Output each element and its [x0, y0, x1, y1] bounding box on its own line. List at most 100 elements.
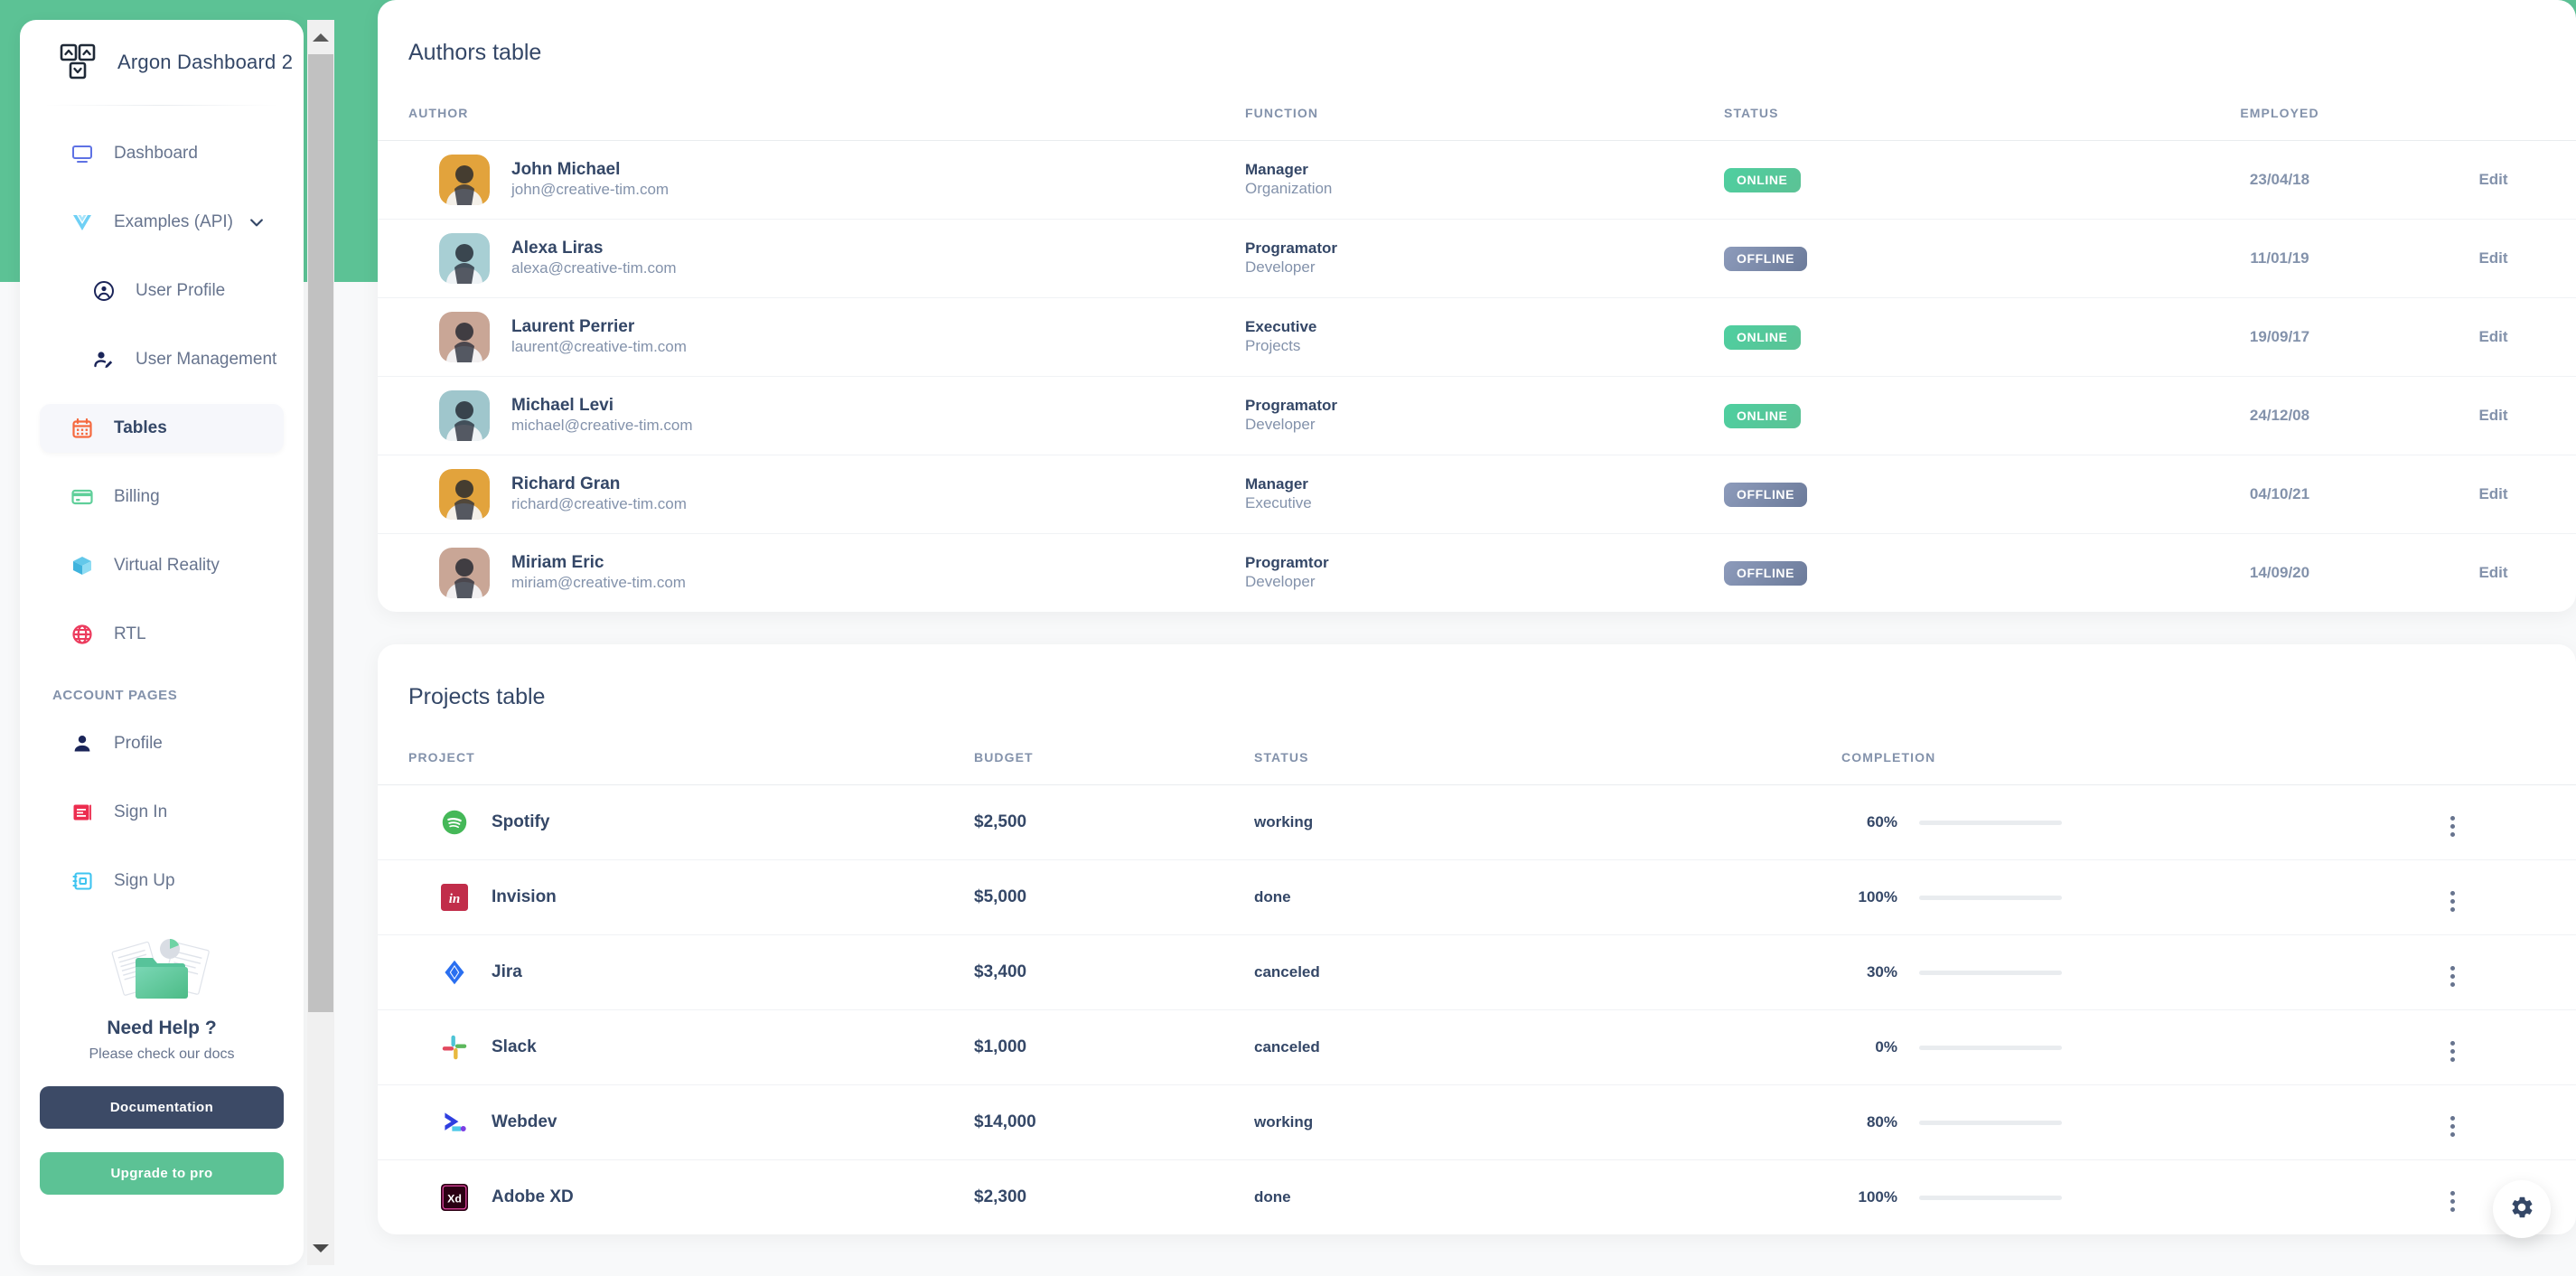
app-root: Argon Dashboard 2 Dashboard: [0, 0, 2576, 1276]
edit-link[interactable]: Edit: [2478, 249, 2507, 267]
more-vertical-icon[interactable]: [2450, 1116, 2455, 1137]
sidebar-item-label: Sign Up: [114, 871, 175, 891]
author-cell: Laurent Perrierlaurent@creative-tim.com: [378, 298, 1245, 377]
status-cell: OFFLINE: [1724, 220, 2149, 298]
gear-icon: [2508, 1194, 2535, 1225]
table-row: Michael Levimichael@creative-tim.comProg…: [378, 377, 2576, 455]
completion-progress-bar: [1919, 971, 2062, 975]
table-row: Webdev$14,000working80%: [378, 1085, 2576, 1160]
sidebar-item-label: Dashboard: [114, 144, 198, 164]
edit-link[interactable]: Edit: [2478, 171, 2507, 188]
completion-percent: 60%: [1841, 813, 1897, 831]
table-row: XdAdobe XD$2,300done100%: [378, 1160, 2576, 1235]
project-name: Invision: [492, 887, 557, 907]
jira-icon: [439, 957, 470, 988]
completion-percent: 100%: [1841, 888, 1897, 906]
spotify-icon: [439, 807, 470, 838]
more-vertical-icon[interactable]: [2450, 816, 2455, 837]
status-badge: ONLINE: [1724, 325, 1801, 350]
completion-cell: 100%: [1841, 1160, 2329, 1235]
upgrade-to-pro-button[interactable]: Upgrade to pro: [40, 1152, 284, 1195]
chevron-down-icon[interactable]: [248, 213, 266, 231]
function-cell: ExecutiveProjects: [1245, 298, 1724, 377]
function-primary: Manager: [1245, 161, 1308, 178]
more-vertical-icon[interactable]: [2450, 966, 2455, 987]
documentation-button[interactable]: Documentation: [40, 1086, 284, 1129]
column-header-completion: COMPLETION: [1841, 710, 2329, 785]
employed-cell: 11/01/19: [2149, 220, 2411, 298]
help-card: Need Help ? Please check our docs Docume…: [40, 933, 284, 1195]
employed-date: 24/12/08: [2250, 407, 2309, 424]
sidebar-item-virtual-reality[interactable]: Virtual Reality: [40, 541, 284, 590]
row-menu-cell: [2329, 1085, 2576, 1160]
budget-cell: $5,000: [974, 860, 1254, 935]
column-header-status: STATUS: [1724, 66, 2149, 141]
function-secondary: Projects: [1245, 336, 1724, 357]
sidebar-item-user-management[interactable]: User Management: [61, 335, 284, 384]
table-row: Laurent Perrierlaurent@creative-tim.comE…: [378, 298, 2576, 377]
sidebar-item-dashboard[interactable]: Dashboard: [40, 129, 284, 178]
more-vertical-icon[interactable]: [2450, 1041, 2455, 1062]
brand[interactable]: Argon Dashboard 2: [20, 20, 304, 105]
scroll-up-arrow-icon[interactable]: [307, 20, 334, 54]
budget-cell: $3,400: [974, 935, 1254, 1010]
sidebar-item-profile[interactable]: Profile: [40, 719, 284, 768]
sidebar: Argon Dashboard 2 Dashboard: [20, 20, 304, 1265]
column-header-author: AUTHOR: [378, 66, 1245, 141]
sidebar-subnav: User Profile User Management: [40, 267, 284, 384]
function-cell: ManagerExecutive: [1245, 455, 1724, 534]
column-header-budget: BUDGET: [974, 710, 1254, 785]
sidebar-scrollbar-thumb[interactable]: [308, 54, 333, 1012]
completion-progress-bar: [1919, 1196, 2062, 1200]
edit-link[interactable]: Edit: [2478, 407, 2507, 424]
table-row: Alexa Lirasalexa@creative-tim.comProgram…: [378, 220, 2576, 298]
project-status-cell: working: [1254, 1085, 1841, 1160]
sidebar-item-rtl[interactable]: RTL: [40, 610, 284, 659]
project-status: done: [1254, 1188, 1291, 1206]
sidebar-item-user-profile[interactable]: User Profile: [61, 267, 284, 315]
projects-table-card: Projects table PROJECT BUDGET STATUS COM…: [378, 644, 2576, 1234]
sidebar-item-billing[interactable]: Billing: [40, 473, 284, 521]
sidebar-item-examples-api[interactable]: Examples (API): [40, 198, 284, 247]
signup-icon: [70, 869, 94, 893]
more-vertical-icon[interactable]: [2450, 891, 2455, 912]
completion-percent: 30%: [1841, 963, 1897, 981]
cube-icon: [70, 554, 94, 577]
status-cell: OFFLINE: [1724, 534, 2149, 613]
author-name: Richard Gran: [511, 474, 620, 493]
table-row: inInvision$5,000done100%: [378, 860, 2576, 935]
table-row: Spotify$2,500working60%: [378, 785, 2576, 860]
sidebar-item-sign-up[interactable]: Sign Up: [40, 857, 284, 905]
edit-link[interactable]: Edit: [2478, 328, 2507, 345]
function-cell: ProgramtorDeveloper: [1245, 534, 1724, 613]
scroll-down-arrow-icon[interactable]: [307, 1231, 334, 1265]
table-row: Jira$3,400canceled30%: [378, 935, 2576, 1010]
employed-date: 04/10/21: [2250, 485, 2309, 502]
globe-icon: [70, 623, 94, 646]
sidebar-item-sign-in[interactable]: Sign In: [40, 788, 284, 837]
actions-cell: Edit: [2411, 220, 2576, 298]
employed-cell: 19/09/17: [2149, 298, 2411, 377]
budget-cell: $14,000: [974, 1085, 1254, 1160]
sidebar-item-label: Examples (API): [114, 212, 233, 232]
authors-table-body: John Michaeljohn@creative-tim.comManager…: [378, 141, 2576, 613]
project-status: done: [1254, 888, 1291, 905]
authors-table-head: AUTHOR FUNCTION STATUS EMPLOYED: [378, 66, 2576, 141]
status-cell: ONLINE: [1724, 298, 2149, 377]
actions-cell: Edit: [2411, 141, 2576, 220]
project-cell: XdAdobe XD: [378, 1160, 974, 1235]
project-cell: Slack: [378, 1010, 974, 1085]
project-status-cell: done: [1254, 1160, 1841, 1235]
sidebar-item-tables[interactable]: Tables: [40, 404, 284, 453]
sidebar-item-label: Tables: [114, 418, 167, 438]
function-secondary: Developer: [1245, 572, 1724, 593]
completion-progress-bar: [1919, 821, 2062, 825]
help-title: Need Help ?: [40, 1018, 284, 1039]
edit-link[interactable]: Edit: [2478, 485, 2507, 502]
edit-link[interactable]: Edit: [2478, 564, 2507, 581]
more-vertical-icon[interactable]: [2450, 1191, 2455, 1212]
budget-cell: $2,500: [974, 785, 1254, 860]
settings-fab-button[interactable]: [2493, 1180, 2551, 1238]
calendar-icon: [70, 417, 94, 440]
monitor-icon: [70, 142, 94, 165]
